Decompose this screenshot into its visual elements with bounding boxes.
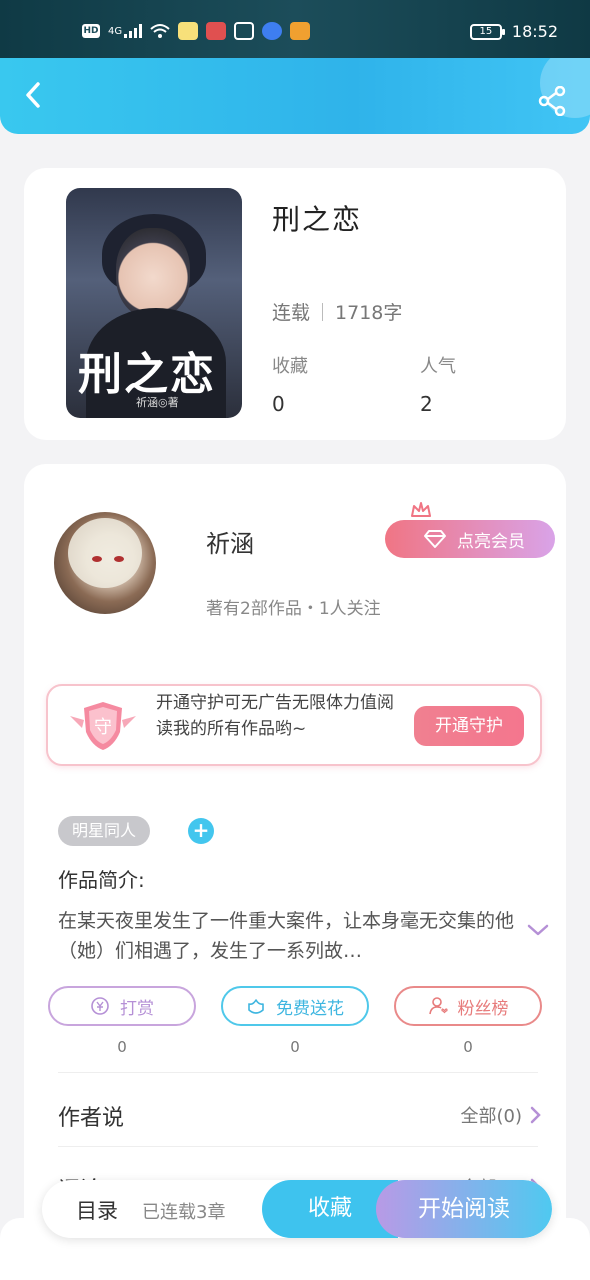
share-icon[interactable] — [538, 86, 568, 116]
chevron-down-icon[interactable] — [526, 922, 550, 938]
author-says-label: 作者说 — [58, 1106, 125, 1131]
cover-face — [116, 228, 190, 318]
back-arrow-icon[interactable] — [20, 80, 50, 110]
crown-icon — [411, 502, 431, 517]
clock: 18:52 — [511, 22, 558, 41]
battery-icon: 15 — [469, 23, 505, 40]
vip-button-label: 点亮会员 — [457, 531, 525, 552]
top-bar — [0, 58, 590, 134]
fans-ranking-label: 粉丝榜 — [457, 998, 509, 1019]
author-says-link[interactable]: 全部(0) — [461, 1102, 543, 1128]
network-label: 4G — [108, 25, 123, 37]
author-name: 祈涵 — [206, 530, 254, 558]
book-status: 连载 — [272, 302, 311, 324]
avatar-eye — [92, 556, 102, 562]
wechat-icon — [234, 22, 255, 40]
popularity-label: 人气 — [420, 356, 456, 377]
favorites-value: 0 — [272, 392, 285, 416]
start-reading-button[interactable]: 开始阅读 — [376, 1180, 552, 1238]
toc-button[interactable]: 目录 — [76, 1195, 118, 1225]
signal-icon — [124, 24, 143, 38]
add-tag-button[interactable]: + — [188, 818, 214, 844]
intro-label: 作品简介: — [58, 868, 145, 892]
book-info-card: 刑之恋 祈涵◎著 刑之恋 连载 1718字 收藏 0 人气 2 — [24, 168, 566, 440]
popularity-value: 2 — [420, 392, 433, 416]
guard-button[interactable]: 开通守护 — [414, 706, 524, 746]
guard-banner: 守 开通守护可无广告无限体力值阅读我的所有作品哟~ 开通守护 — [46, 684, 542, 766]
word-count: 1718字 — [335, 302, 403, 324]
cloud-icon — [262, 22, 283, 40]
reward-button[interactable]: 打赏 — [48, 986, 196, 1026]
tag-chip[interactable]: 明星同人 — [58, 816, 151, 846]
fans-icon — [428, 997, 448, 1015]
weibo-icon — [206, 22, 227, 40]
author-says-all: 全部(0) — [460, 1106, 523, 1127]
reward-count: 0 — [117, 1038, 127, 1056]
section-divider — [58, 1072, 538, 1073]
meta-divider — [322, 302, 324, 321]
chevron-right-icon — [530, 1106, 541, 1124]
hd-icon: HD — [82, 24, 100, 38]
guard-shield-icon: 守 — [70, 702, 136, 750]
avatar-hair — [68, 518, 142, 588]
book-title: 刑之恋 — [272, 203, 363, 236]
send-flower-label: 免费送花 — [276, 998, 344, 1019]
favorites-label: 收藏 — [272, 356, 308, 377]
cover-author: 祈涵◎著 — [136, 396, 179, 409]
guard-text: 开通守护可无广告无限体力值阅读我的所有作品哟~ — [156, 693, 394, 739]
intro-text: 在某天夜里发生了一件重大案件，让本身毫无交集的他（她）们相遇了，发生了一系列故… — [58, 910, 515, 962]
author-avatar[interactable] — [54, 512, 156, 614]
reward-label: 打赏 — [120, 998, 154, 1019]
book-cover[interactable]: 刑之恋 祈涵◎著 — [66, 188, 242, 418]
avatar-eye — [114, 556, 124, 562]
vip-button[interactable]: 点亮会员 — [385, 520, 555, 558]
bottom-action-bar: 目录 已连载3章 收藏 开始阅读 — [42, 1180, 552, 1238]
chapter-count: 已连载3章 — [142, 1202, 226, 1223]
cover-title: 刑之恋 — [78, 349, 216, 400]
coin-icon — [91, 997, 109, 1015]
send-flower-button[interactable]: 免费送花 — [221, 986, 369, 1026]
guard-badge-text: 守 — [94, 717, 112, 738]
diamond-icon — [424, 530, 446, 548]
section-divider — [58, 1146, 538, 1147]
app-notify-icon — [178, 22, 199, 40]
book-meta: 连载 1718字 — [272, 298, 402, 325]
author-card: 祈涵 著有2部作品・1人关注 点亮会员 守 开通守护可无广告无限体力值阅读我的所… — [24, 464, 566, 1244]
status-bar: HD 4G 15 18:52 — [0, 0, 590, 60]
app-icon — [290, 22, 311, 40]
status-right: 15 18:52 — [469, 22, 558, 41]
fans-count: 0 — [463, 1038, 473, 1056]
fans-ranking-button[interactable]: 粉丝榜 — [394, 986, 542, 1026]
status-left: HD 4G — [82, 22, 311, 40]
wifi-icon — [150, 24, 170, 38]
flower-count: 0 — [290, 1038, 300, 1056]
author-summary: 著有2部作品・1人关注 — [206, 599, 381, 619]
flower-icon — [248, 999, 264, 1014]
